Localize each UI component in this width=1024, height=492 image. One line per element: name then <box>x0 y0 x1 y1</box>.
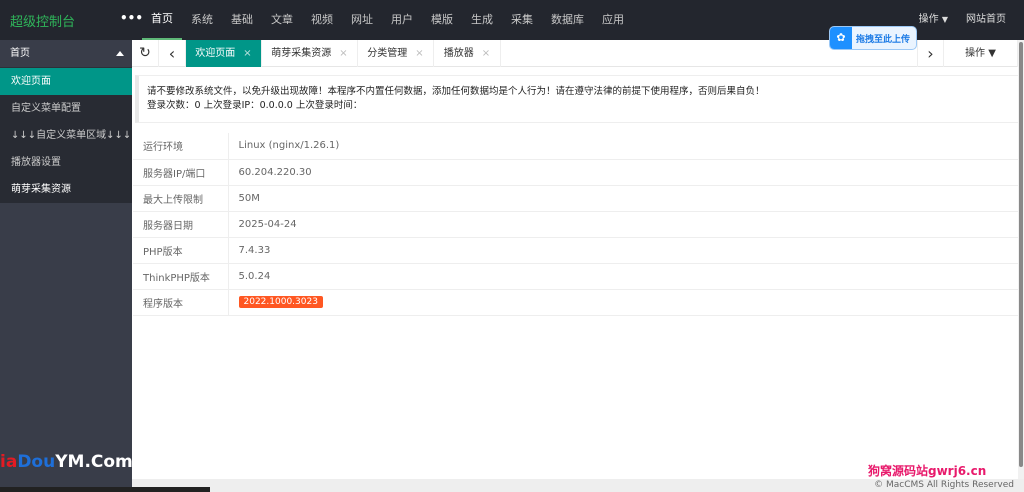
tab-welcome[interactable]: 欢迎页面 × <box>186 40 262 67</box>
table-row: 服务器IP/端口 60.204.220.30 <box>133 159 1019 186</box>
table-row: PHP版本 7.4.33 <box>133 237 1019 264</box>
table-row: 服务器日期 2025-04-24 <box>133 211 1019 238</box>
nav-user[interactable]: 用户 <box>382 0 422 40</box>
caret-down-icon: ▼ <box>941 15 948 24</box>
notice-warning: 请不要修改系统文件，以免升级出现故障！本程序不内置任何数据，添加任何数据均是个人… <box>147 86 765 97</box>
nav-generate[interactable]: 生成 <box>462 0 502 40</box>
close-icon[interactable]: × <box>482 48 490 59</box>
close-icon[interactable]: × <box>243 48 251 59</box>
header-ops-menu[interactable]: 操作 ▼ <box>919 0 948 40</box>
table-row: 最大上传限制 50M <box>133 185 1019 212</box>
ops-label: 操作 <box>918 14 939 25</box>
scrollbar[interactable] <box>1018 40 1024 479</box>
tab-ops-menu[interactable]: 操作 ▼ <box>944 40 1018 67</box>
drag-upload-widget[interactable]: ✿ 拖拽至此上传 <box>829 26 917 50</box>
nav-apps[interactable]: 应用 <box>593 0 633 40</box>
notice-box: 请不要修改系统文件，以免升级出现故障！本程序不内置任何数据，添加任何数据均是个人… <box>135 75 1019 123</box>
upload-label: 拖拽至此上传 <box>856 34 911 45</box>
watermark-right: 狗窝源码站gwrj6.cn <box>868 464 987 478</box>
sidebar-item-custom-area[interactable]: ↓↓↓自定义菜单区域↓↓↓ <box>0 122 132 149</box>
sidebar-item-player-settings[interactable]: 播放器设置 <box>0 149 132 176</box>
refresh-icon[interactable]: ↻ <box>132 40 159 67</box>
nav-database[interactable]: 数据库 <box>542 0 593 40</box>
site-home-link[interactable]: 网站首页 <box>966 0 1006 40</box>
nav-template[interactable]: 模版 <box>422 0 462 40</box>
watermark-left: iaDouYM.Com <box>0 452 133 472</box>
nav-collect[interactable]: 采集 <box>502 0 542 40</box>
close-icon[interactable]: × <box>339 48 347 59</box>
app-logo[interactable]: 超级控制台 <box>10 11 75 30</box>
nav-home[interactable]: 首页 <box>142 0 182 40</box>
login-info: 登录次数：0 上次登录IP：0.0.0.0 上次登录时间： <box>147 100 363 111</box>
more-menu-icon[interactable]: ••• <box>120 11 143 25</box>
tab-next-icon[interactable]: › <box>917 40 944 67</box>
sidebar-group-label: 首页 <box>10 48 30 59</box>
footer-bar <box>0 487 210 492</box>
sidebar: 首页 欢迎页面 自定义菜单配置 ↓↓↓自定义菜单区域↓↓↓ 播放器设置 萌芽采集… <box>0 40 133 492</box>
version-badge: 2022.1000.3023 <box>238 296 323 308</box>
scrollbar-thumb[interactable] <box>1019 42 1023 467</box>
copyright: © MacCMS All Rights Reserved <box>874 480 1014 490</box>
table-row: ThinkPHP版本 5.0.24 <box>133 263 1019 290</box>
tab-category[interactable]: 分类管理 × <box>358 40 434 67</box>
caret-up-icon <box>116 51 124 56</box>
table-row: 运行环境 Linux (nginx/1.26.1) <box>133 133 1019 160</box>
nav-article[interactable]: 文章 <box>262 0 302 40</box>
sidebar-group-home[interactable]: 首页 <box>0 40 132 68</box>
nav-system[interactable]: 系统 <box>182 0 222 40</box>
nav-video[interactable]: 视频 <box>302 0 342 40</box>
cloud-icon: ✿ <box>830 27 852 49</box>
footer: © MacCMS All Rights Reserved <box>132 479 1024 492</box>
table-row: 程序版本 2022.1000.3023 <box>133 289 1019 316</box>
top-nav: 首页 系统 基础 文章 视频 网址 用户 模版 生成 采集 数据库 应用 <box>142 0 633 40</box>
close-icon[interactable]: × <box>415 48 423 59</box>
sidebar-item-custom-menu[interactable]: 自定义菜单配置 <box>0 95 132 122</box>
nav-basic[interactable]: 基础 <box>222 0 262 40</box>
sidebar-item-welcome[interactable]: 欢迎页面 <box>0 68 132 95</box>
tab-prev-icon[interactable]: ‹ <box>159 40 186 67</box>
sidebar-item-mengya-collect[interactable]: 萌芽采集资源 <box>0 176 132 203</box>
tab-player[interactable]: 播放器 × <box>434 40 501 67</box>
tab-mengya-collect[interactable]: 萌芽采集资源 × <box>262 40 358 67</box>
nav-url[interactable]: 网址 <box>342 0 382 40</box>
server-info-table: 运行环境 Linux (nginx/1.26.1) 服务器IP/端口 60.204.… <box>133 133 1019 316</box>
